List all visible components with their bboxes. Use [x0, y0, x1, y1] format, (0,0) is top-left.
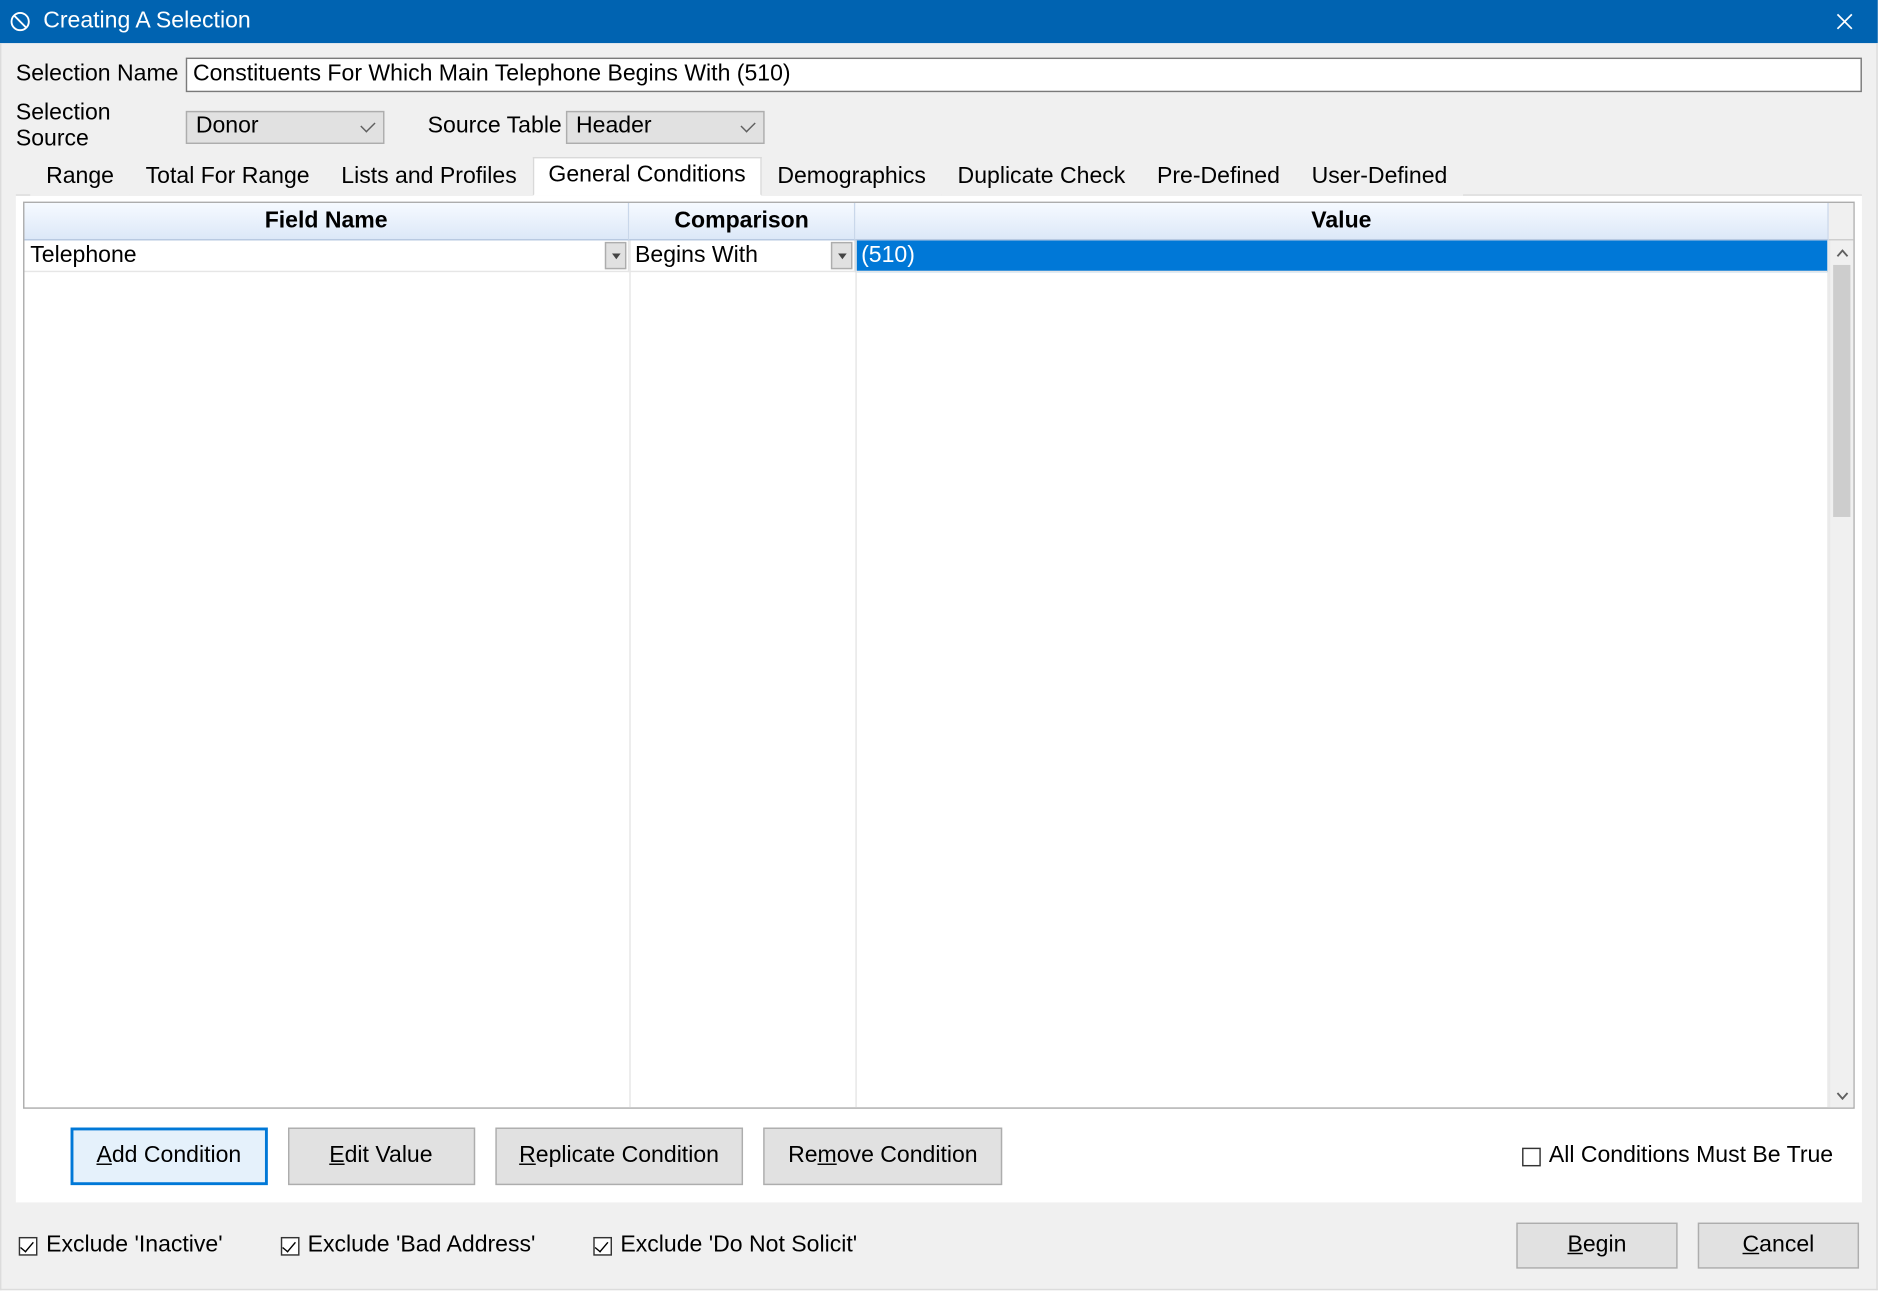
- tab-total-for-range[interactable]: Total For Range: [130, 158, 326, 195]
- cancel-button[interactable]: Cancel: [1698, 1223, 1859, 1269]
- cell-comparison-dropdown-button[interactable]: [831, 242, 853, 269]
- conditions-grid: Field Name Comparison Value Telephone Be…: [23, 202, 1855, 1109]
- window-title: Creating A Selection: [43, 9, 1811, 35]
- chevron-down-icon: [1836, 1091, 1849, 1100]
- grid-header-comparison[interactable]: Comparison: [629, 203, 855, 240]
- checkbox-box: [280, 1236, 299, 1255]
- cell-comparison[interactable]: Begins With: [629, 240, 855, 272]
- selection-source-label: Selection Source: [16, 101, 186, 153]
- tab-range[interactable]: Range: [30, 158, 130, 195]
- add-condition-label: Add Condition: [96, 1143, 241, 1167]
- cancel-label: Cancel: [1743, 1233, 1815, 1257]
- replicate-condition-label: Replicate Condition: [519, 1143, 719, 1167]
- exclude-inactive-label: Exclude 'Inactive': [46, 1233, 223, 1259]
- cell-value[interactable]: (510): [855, 240, 1827, 272]
- cell-comparison-text: Begins With: [635, 243, 758, 269]
- exclude-bad-address-checkbox[interactable]: Exclude 'Bad Address': [280, 1233, 535, 1259]
- exclude-do-not-solicit-checkbox[interactable]: Exclude 'Do Not Solicit': [593, 1233, 857, 1259]
- close-icon: [1836, 13, 1853, 30]
- edit-value-label: Edit Value: [329, 1143, 432, 1167]
- grid-header-scroll-stub: [1829, 203, 1853, 240]
- cell-field-name[interactable]: Telephone: [24, 240, 629, 272]
- cell-field-name-dropdown-button[interactable]: [605, 242, 627, 269]
- grid-row[interactable]: Telephone Begins With (510): [24, 240, 1827, 272]
- tab-demographics[interactable]: Demographics: [761, 158, 941, 195]
- selection-name-label: Selection Name: [16, 62, 186, 88]
- tab-general-conditions[interactable]: General Conditions: [533, 157, 762, 196]
- exclude-bad-address-label: Exclude 'Bad Address': [308, 1233, 536, 1259]
- app-icon: [9, 10, 32, 33]
- selection-source-value: Donor: [196, 114, 259, 140]
- selection-source-dropdown[interactable]: Donor: [186, 110, 385, 143]
- add-condition-button[interactable]: Add Condition: [71, 1128, 268, 1186]
- tab-strip: Range Total For Range Lists and Profiles…: [16, 156, 1862, 196]
- checkbox-box: [19, 1236, 38, 1255]
- grid-column-separator: [629, 240, 630, 1107]
- exclude-do-not-solicit-label: Exclude 'Do Not Solicit': [620, 1233, 857, 1259]
- tab-page-general-conditions: Field Name Comparison Value Telephone Be…: [16, 196, 1862, 1203]
- edit-value-button[interactable]: Edit Value: [287, 1128, 474, 1186]
- source-table-value: Header: [576, 114, 652, 140]
- scroll-down-button[interactable]: [1830, 1083, 1854, 1107]
- chevron-up-icon: [1836, 248, 1849, 257]
- grid-header-field-name[interactable]: Field Name: [24, 203, 629, 240]
- scroll-thumb[interactable]: [1833, 265, 1850, 517]
- exclude-inactive-checkbox[interactable]: Exclude 'Inactive': [19, 1233, 223, 1259]
- scroll-up-button[interactable]: [1830, 240, 1854, 264]
- cell-field-name-text: Telephone: [30, 243, 136, 269]
- remove-condition-label: Remove Condition: [788, 1143, 978, 1167]
- tab-lists-and-profiles[interactable]: Lists and Profiles: [325, 158, 532, 195]
- all-conditions-label: All Conditions Must Be True: [1549, 1143, 1833, 1169]
- checkbox-box: [593, 1236, 612, 1255]
- tab-user-defined[interactable]: User-Defined: [1296, 158, 1463, 195]
- begin-button[interactable]: Begin: [1516, 1223, 1677, 1269]
- grid-header-value[interactable]: Value: [855, 203, 1828, 240]
- grid-column-separator: [855, 240, 856, 1107]
- grid-vertical-scrollbar[interactable]: [1829, 240, 1853, 1107]
- tab-pre-defined[interactable]: Pre-Defined: [1141, 158, 1296, 195]
- window-titlebar: Creating A Selection: [0, 0, 1878, 43]
- cell-value-text: (510): [861, 243, 915, 269]
- begin-label: Begin: [1567, 1233, 1626, 1257]
- selection-name-input[interactable]: [186, 58, 1862, 93]
- all-conditions-must-be-true-checkbox[interactable]: All Conditions Must Be True: [1521, 1143, 1833, 1169]
- source-table-dropdown[interactable]: Header: [566, 110, 765, 143]
- checkbox-box: [1521, 1147, 1540, 1166]
- window-close-button[interactable]: [1812, 0, 1878, 43]
- tab-duplicate-check[interactable]: Duplicate Check: [942, 158, 1141, 195]
- source-table-label: Source Table: [428, 114, 566, 140]
- remove-condition-button[interactable]: Remove Condition: [764, 1128, 1003, 1186]
- replicate-condition-button[interactable]: Replicate Condition: [495, 1128, 744, 1186]
